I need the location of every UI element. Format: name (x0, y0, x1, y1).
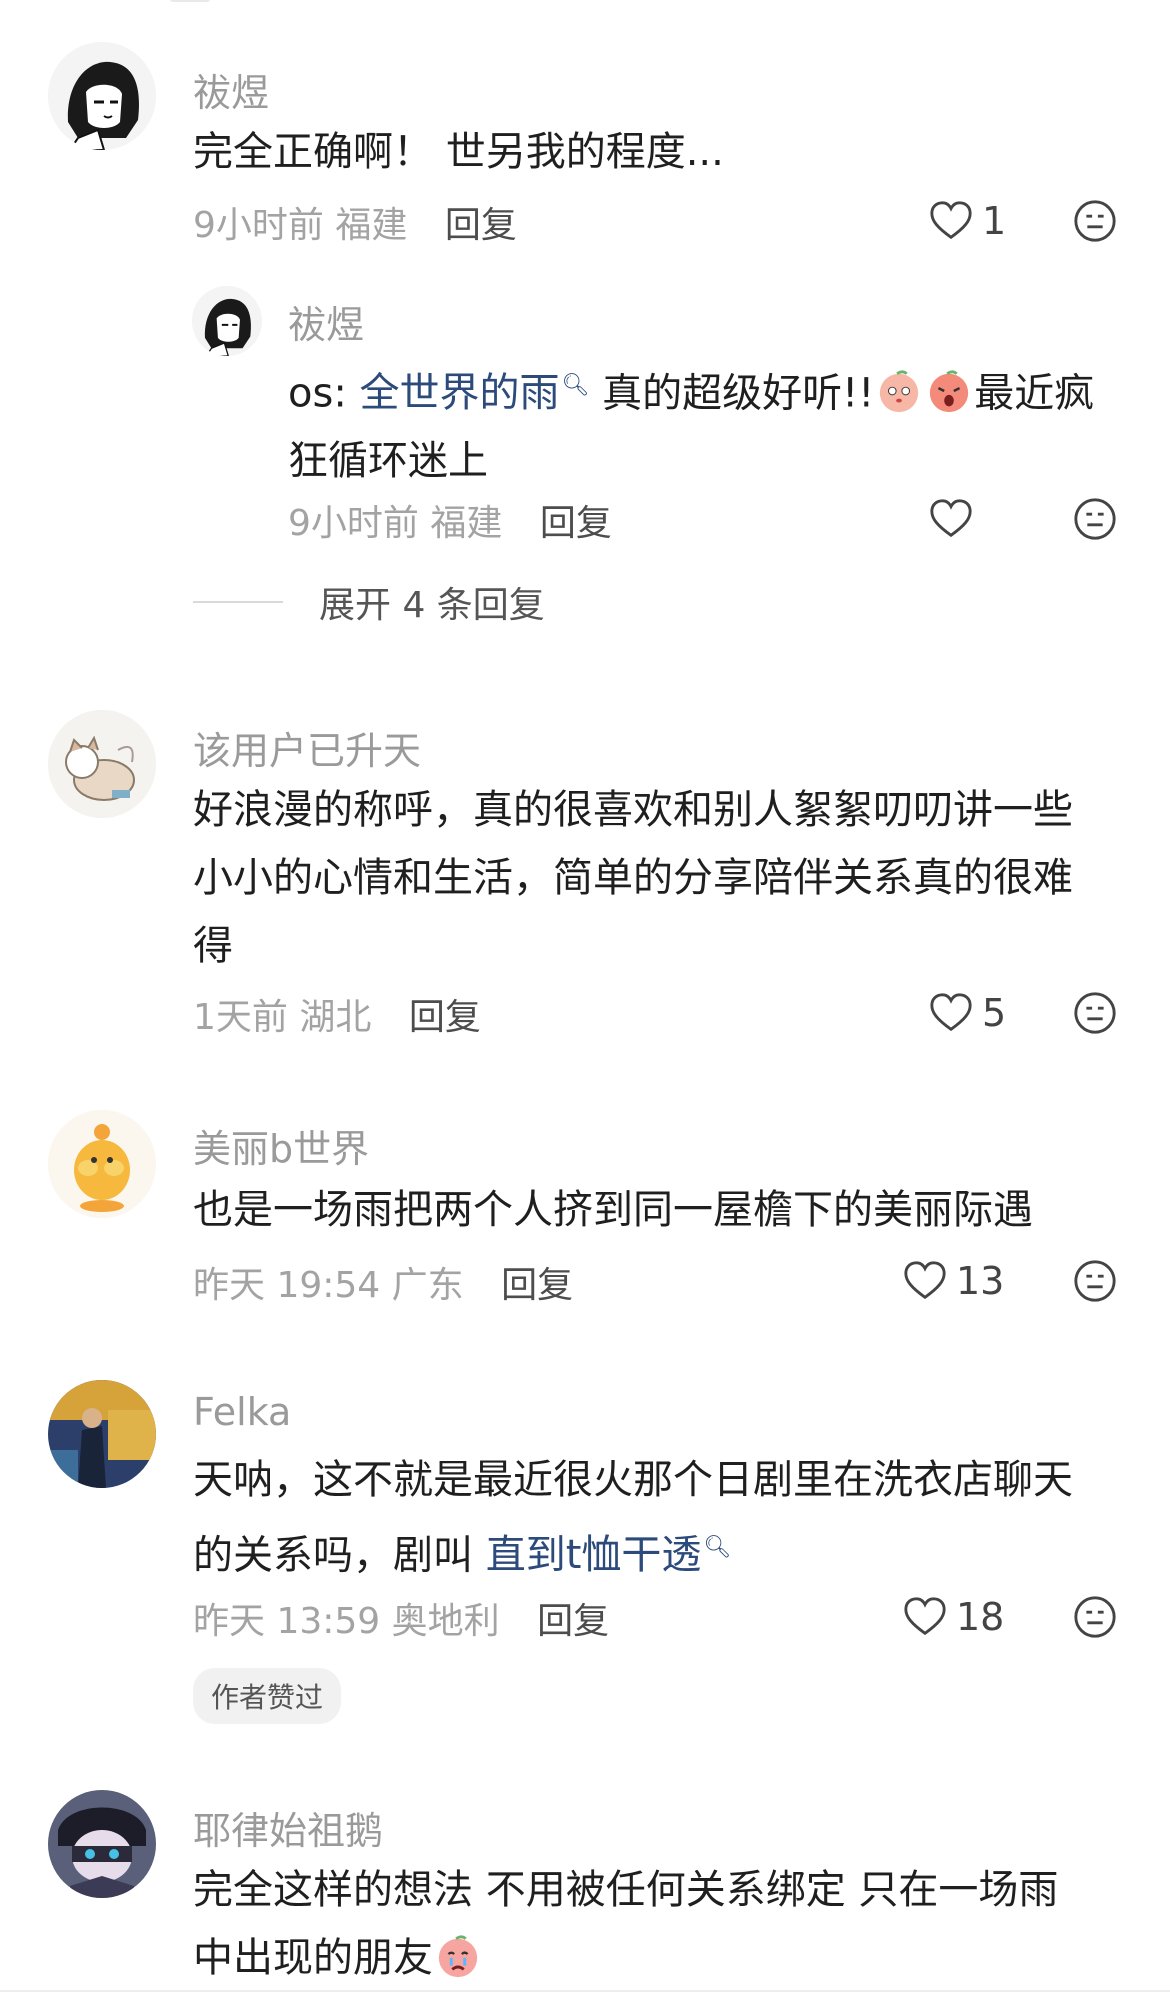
username[interactable]: 该用户已升天 (193, 720, 421, 775)
comment-meta: 9小时前 福建 回复 (288, 494, 612, 546)
like-button[interactable] (928, 496, 982, 542)
comment-text-line: 的关系吗，剧叫 直到t恤干透🔍︎ (193, 1514, 1113, 1589)
timestamp: 9小时前 (288, 503, 419, 544)
like-count: 5 (982, 991, 1007, 1035)
dislike-face-icon[interactable] (1072, 198, 1118, 244)
expand-replies-button[interactable]: 展开 4 条回复 (193, 576, 545, 628)
avatar[interactable] (48, 710, 156, 818)
dislike-face-icon[interactable] (1072, 1594, 1118, 1640)
comment-text-line: 天呐，这不就是最近很火那个日剧里在洗衣店聊天 (193, 1457, 1073, 1503)
link-text: 全世界的雨 (359, 370, 560, 417)
expand-label: 展开 4 条回复 (319, 585, 545, 626)
location: 湖北 (299, 997, 372, 1038)
comment-text-line: 完全这样的想法 不用被任何关系绑定 只在一场雨 (193, 1867, 1059, 1913)
comment-text-line: 狂循环迷上 (288, 438, 488, 485)
heart-icon (904, 1261, 946, 1300)
avatar[interactable] (48, 1380, 156, 1488)
text-prefix: 中出现的朋友 (193, 1935, 433, 1981)
username[interactable]: 耶律始祖鹅 (193, 1800, 383, 1855)
username[interactable]: Felka (193, 1390, 291, 1434)
search-link[interactable]: 全世界的雨🔍︎ (360, 370, 590, 416)
like-button[interactable]: 5 (928, 990, 1006, 1036)
like-button[interactable]: 13 (902, 1258, 1004, 1304)
expand-rule (193, 601, 283, 603)
comment-text: 完全正确啊！ 世另我的程度... (193, 118, 1113, 186)
location: 奥地利 (391, 1601, 500, 1642)
location: 广东 (391, 1265, 464, 1306)
avatar[interactable] (48, 1110, 156, 1218)
comment-list: 祓煜 完全正确啊！ 世另我的程度... 9小时前 福建 回复 1 祓煜 os: … (0, 0, 1170, 1996)
avatar[interactable] (48, 1790, 156, 1898)
like-count: 18 (956, 1595, 1005, 1639)
link-text: 直到t恤干透 (485, 1532, 702, 1579)
duck-avatar-icon (48, 1110, 156, 1218)
comment-text-line: 小小的心情和生活，简单的分享陪伴关系真的很难 (193, 855, 1073, 901)
username[interactable]: 美丽b世界 (193, 1118, 369, 1173)
cat-avatar-icon (48, 710, 156, 818)
avatar[interactable] (48, 42, 156, 150)
reply-button[interactable]: 回复 (540, 503, 612, 544)
like-button[interactable]: 18 (902, 1594, 1004, 1640)
comment-text-line: 得 (193, 923, 233, 969)
comment-meta: 9小时前 福建 回复 (193, 196, 517, 248)
shocked-peach-emoji-icon (930, 370, 969, 413)
comment-text: os: 全世界的雨🔍︎ 真的超级好听!! 最近疯 狂循环迷上 (288, 352, 1128, 495)
timestamp: 昨天 13:59 (193, 1601, 381, 1642)
comment-text-line: 也是一场雨把两个人挤到同一屋檐下的美丽际遇 (193, 1187, 1033, 1233)
location: 福建 (430, 503, 503, 544)
comment-text-line: os: 全世界的雨🔍︎ 真的超级好听!! 最近疯 (288, 352, 1128, 427)
masked-character-avatar-icon (48, 1790, 156, 1898)
text-middle: 真的超级好听!! (589, 370, 875, 417)
reply-button[interactable]: 回复 (501, 1265, 573, 1306)
crying-peach-emoji-icon (438, 1935, 478, 1978)
location: 福建 (335, 205, 408, 246)
heart-icon (904, 1597, 946, 1636)
comment-text: 天呐，这不就是最近很火那个日剧里在洗衣店聊天 的关系吗，剧叫 直到t恤干透🔍︎ (193, 1446, 1113, 1589)
search-icon: 🔍︎ (561, 373, 590, 398)
timestamp: 9小时前 (193, 205, 324, 246)
heart-icon (930, 993, 972, 1032)
timestamp: 1天前 (193, 997, 288, 1038)
bottom-divider (0, 1990, 1170, 1992)
comment-text-line: 中出现的朋友 (193, 1924, 1113, 1992)
search-link[interactable]: 直到t恤干透🔍︎ (486, 1532, 732, 1578)
comment-text-line: 好浪漫的称呼，真的很喜欢和别人絮絮叨叨讲一些 (193, 787, 1073, 833)
anime-girl-avatar-icon (192, 286, 262, 356)
like-button[interactable]: 1 (928, 198, 1006, 244)
timestamp: 昨天 19:54 (193, 1265, 381, 1306)
text-prefix: os: (288, 370, 360, 417)
comment-text: 也是一场雨把两个人挤到同一屋檐下的美丽际遇 (193, 1176, 1113, 1244)
top-edge (0, 0, 1170, 4)
painting-avatar-icon (48, 1380, 156, 1488)
username[interactable]: 祓煜 (193, 62, 269, 117)
dislike-face-icon[interactable] (1072, 990, 1118, 1036)
comment-meta: 昨天 13:59 奥地利 回复 (193, 1592, 609, 1644)
heart-icon (930, 201, 972, 240)
author-liked-badge: 作者赞过 (193, 1668, 342, 1724)
blushing-peach-emoji-icon (880, 370, 919, 413)
reply-button[interactable]: 回复 (409, 997, 481, 1038)
username[interactable]: 祓煜 (288, 294, 364, 349)
comment-meta: 昨天 19:54 广东 回复 (193, 1256, 573, 1308)
dislike-face-icon[interactable] (1072, 1258, 1118, 1304)
comment-text: 完全这样的想法 不用被任何关系绑定 只在一场雨 中出现的朋友 (193, 1856, 1113, 1992)
avatar[interactable] (192, 286, 262, 356)
search-icon: 🔍︎ (703, 1535, 732, 1560)
comment-text: 好浪漫的称呼，真的很喜欢和别人絮絮叨叨讲一些 小小的心情和生活，简单的分享陪伴关… (193, 776, 1113, 980)
anime-girl-avatar-icon (48, 42, 156, 150)
dislike-face-icon[interactable] (1072, 496, 1118, 542)
like-count: 13 (956, 1259, 1005, 1303)
reply-button[interactable]: 回复 (537, 1601, 609, 1642)
comment-text-line: 完全正确啊！ 世另我的程度... (193, 129, 724, 175)
comment-meta: 1天前 湖北 回复 (193, 988, 481, 1040)
text-suffix: 最近疯 (974, 370, 1095, 417)
like-count: 1 (982, 199, 1007, 243)
heart-icon (930, 499, 972, 538)
reply-button[interactable]: 回复 (445, 205, 517, 246)
text-prefix: 的关系吗，剧叫 (193, 1532, 486, 1579)
